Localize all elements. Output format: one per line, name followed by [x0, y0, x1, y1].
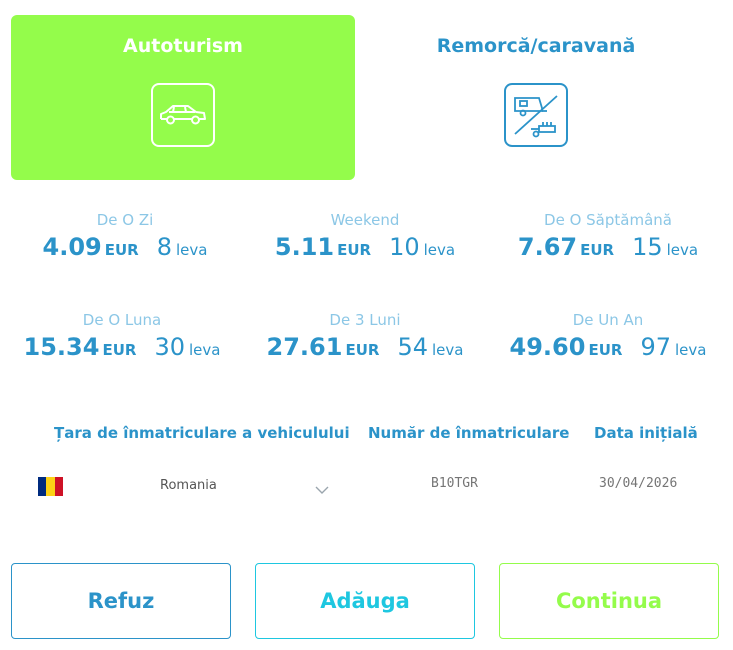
price-de-un-an: De Un An 49.60 EUR 97 leva [488, 311, 728, 361]
price-leva: 97 [640, 333, 671, 361]
price-eur-unit: EUR [345, 341, 380, 359]
price-de-o-saptamana: De O Săptămână 7.67 EUR 15 leva [488, 211, 728, 261]
price-eur: 27.61 [266, 333, 343, 361]
price-label: De O Săptămână [544, 211, 672, 229]
tab-autoturism-label: Autoturism [123, 35, 243, 57]
price-eur-unit: EUR [337, 241, 372, 259]
plate-header: Număr de înmatriculare [368, 424, 570, 442]
flag-stripe-red [54, 477, 63, 496]
price-leva-unit: leva [666, 241, 699, 259]
romania-flag-icon [38, 477, 63, 496]
trailer-caravan-icon [504, 83, 568, 147]
flag-stripe-yellow [46, 477, 55, 496]
price-eur-unit: EUR [102, 341, 137, 359]
price-label: De O Luna [82, 311, 162, 329]
price-leva-unit: leva [431, 341, 464, 359]
price-leva-unit: leva [176, 241, 208, 259]
price-leva-unit: leva [188, 341, 221, 359]
date-input[interactable] [599, 476, 709, 491]
price-leva: 8 [156, 233, 172, 261]
price-eur: 7.67 [517, 233, 578, 261]
tab-autoturism[interactable]: Autoturism [11, 15, 355, 180]
price-values: 49.60 EUR 97 leva [488, 333, 728, 361]
price-leva: 30 [154, 333, 185, 361]
price-leva: 15 [632, 233, 663, 261]
country-select[interactable]: Romania [95, 476, 335, 498]
price-values: 4.09 EUR 8 leva [5, 233, 245, 261]
tab-remorca[interactable]: Remorcă/caravană [364, 15, 708, 180]
price-values: 27.61 EUR 54 leva [245, 333, 485, 361]
price-de-3-luni: De 3 Luni 27.61 EUR 54 leva [245, 311, 485, 361]
refuz-button[interactable]: Refuz [11, 563, 231, 639]
continua-button[interactable]: Continua [499, 563, 719, 639]
price-label: Weekend [330, 211, 400, 229]
price-eur-unit: EUR [588, 341, 623, 359]
price-eur: 5.11 [274, 233, 335, 261]
price-label: De Un An [572, 311, 644, 329]
price-weekend: Weekend 5.11 EUR 10 leva [245, 211, 485, 261]
price-eur-unit: EUR [580, 241, 615, 259]
price-leva: 10 [389, 233, 420, 261]
country-header: Țara de înmatriculare a vehiculului [54, 424, 350, 442]
plate-input[interactable] [431, 476, 551, 491]
price-eur: 49.60 [509, 333, 586, 361]
price-values: 7.67 EUR 15 leva [488, 233, 728, 261]
price-eur: 4.09 [42, 233, 102, 261]
country-value: Romania [160, 478, 217, 493]
price-leva-unit: leva [674, 341, 707, 359]
price-eur: 15.34 [23, 333, 100, 361]
adauga-button[interactable]: Adăuga [255, 563, 475, 639]
price-values: 15.34 EUR 30 leva [2, 333, 242, 361]
price-values: 5.11 EUR 10 leva [245, 233, 485, 261]
tab-remorca-label: Remorcă/caravană [436, 35, 636, 57]
flag-stripe-blue [38, 477, 47, 496]
price-leva: 54 [397, 333, 428, 361]
price-eur-unit: EUR [104, 241, 139, 259]
chevron-down-icon [315, 480, 329, 499]
price-de-o-zi: De O Zi 4.09 EUR 8 leva [5, 211, 245, 261]
price-label: De O Zi [96, 211, 154, 229]
date-header: Data inițială [594, 424, 698, 442]
price-leva-unit: leva [423, 241, 456, 259]
price-label: De 3 Luni [329, 311, 401, 329]
car-icon [151, 83, 215, 147]
price-de-o-luna: De O Luna 15.34 EUR 30 leva [2, 311, 242, 361]
